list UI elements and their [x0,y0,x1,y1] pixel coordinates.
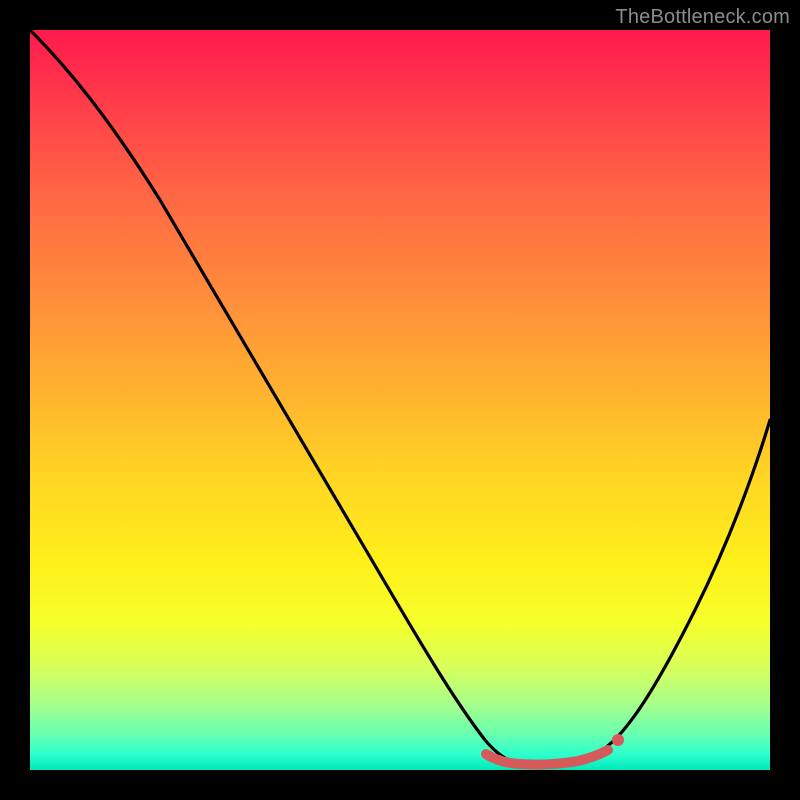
bottleneck-curve [30,30,770,765]
attribution-text: TheBottleneck.com [615,6,790,29]
chart-frame: TheBottleneck.com [0,0,800,800]
curve-svg [30,30,770,770]
plot-area [30,30,770,770]
range-end-marker [612,734,624,746]
optimal-range-line [486,750,608,765]
